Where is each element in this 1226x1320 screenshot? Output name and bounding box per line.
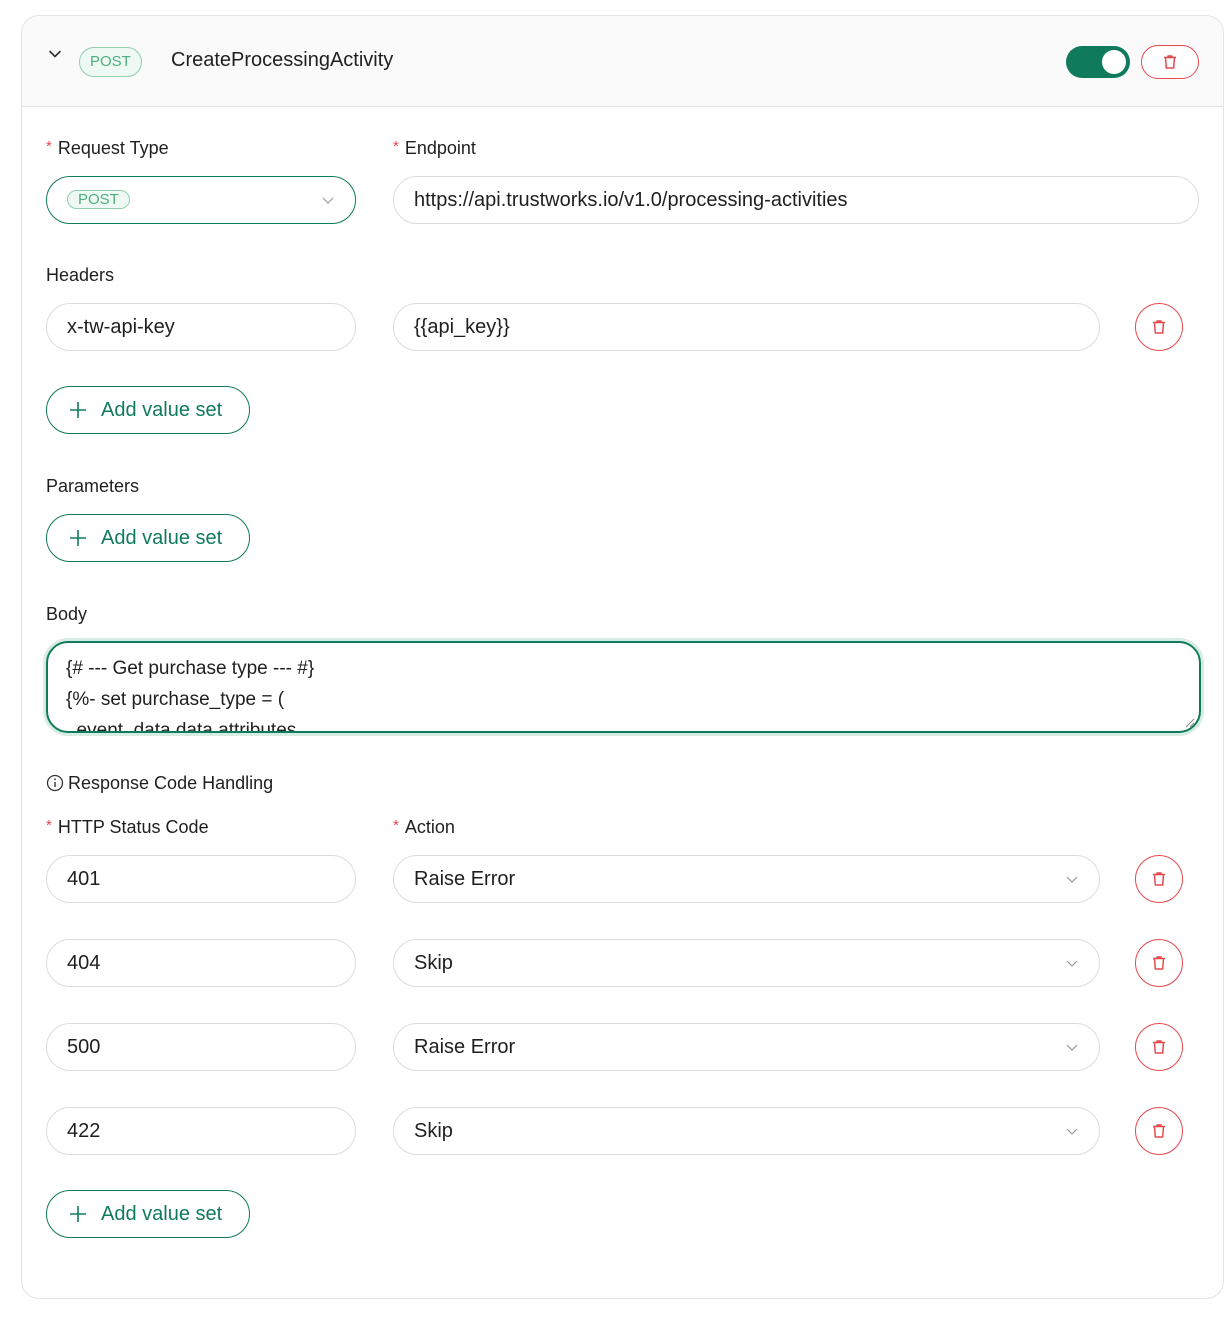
plus-icon (70, 1206, 86, 1222)
chevron-down-icon (322, 197, 334, 204)
delete-response-row-button[interactable] (1135, 855, 1183, 903)
body-line: event_data.data.attributes. (66, 720, 302, 733)
chevron-down-icon (1066, 1044, 1078, 1051)
chevron-down-icon (1066, 960, 1078, 967)
resize-handle-icon[interactable] (1183, 716, 1195, 728)
chevron-down-icon (1066, 1128, 1078, 1135)
action-select[interactable]: Skip (393, 1107, 1100, 1155)
step-title: CreateProcessingActivity (171, 49, 394, 71)
trash-icon (1153, 320, 1165, 334)
response-handling-label: Response Code Handling (46, 773, 273, 794)
header-key-input[interactable]: x-tw-api-key (46, 303, 356, 351)
delete-step-button[interactable] (1141, 45, 1199, 79)
info-icon (46, 774, 64, 792)
status-code-input[interactable]: 401 (46, 855, 356, 903)
body-line: {# --- Get purchase type --- #} (66, 658, 315, 679)
delete-header-button[interactable] (1135, 303, 1183, 351)
parameters-label: Parameters (46, 476, 140, 496)
add-header-button[interactable]: Add value set (46, 386, 250, 434)
trash-icon (1153, 872, 1165, 886)
request-type-label: * Request Type (46, 138, 169, 158)
api-step-card: POST CreateProcessingActivity * Request T… (21, 15, 1224, 1299)
status-code-input[interactable]: 404 (46, 939, 356, 987)
delete-response-row-button[interactable] (1135, 1023, 1183, 1071)
trash-icon (1153, 1040, 1165, 1054)
body-textarea[interactable]: {# --- Get purchase type --- #} {%- set … (46, 641, 1201, 733)
enabled-toggle[interactable] (1066, 46, 1130, 78)
endpoint-input[interactable]: https://api.trustworks.io/v1.0/processin… (393, 176, 1199, 224)
trash-icon (1153, 1124, 1165, 1138)
status-code-input[interactable]: 500 (46, 1023, 356, 1071)
request-type-select[interactable]: POST (46, 176, 356, 224)
add-response-code-button[interactable]: Add value set (46, 1190, 250, 1238)
chevron-down-icon (1066, 876, 1078, 883)
plus-icon (70, 402, 86, 418)
delete-response-row-button[interactable] (1135, 939, 1183, 987)
trash-icon (1164, 55, 1176, 69)
plus-icon (70, 530, 86, 546)
action-select[interactable]: Raise Error (393, 855, 1100, 903)
action-select[interactable]: Raise Error (393, 1023, 1100, 1071)
toggle-knob (1102, 50, 1126, 74)
trash-icon (1153, 956, 1165, 970)
delete-response-row-button[interactable] (1135, 1107, 1183, 1155)
body-label: Body (46, 604, 88, 624)
status-code-input[interactable]: 422 (46, 1107, 356, 1155)
header-value-input[interactable]: {{api_key}} (393, 303, 1100, 351)
request-type-badge: POST (67, 190, 130, 209)
chevron-down-icon[interactable] (47, 46, 63, 62)
add-parameter-button[interactable]: Add value set (46, 514, 250, 562)
headers-label: Headers (46, 265, 115, 285)
status-code-label: * HTTP Status Code (46, 817, 209, 837)
action-label: * Action (393, 817, 455, 837)
body-line: {%- set purchase_type = ( (66, 689, 285, 710)
card-header: POST CreateProcessingActivity (22, 16, 1223, 107)
endpoint-label: * Endpoint (393, 138, 476, 158)
action-select[interactable]: Skip (393, 939, 1100, 987)
method-badge: POST (79, 47, 142, 77)
